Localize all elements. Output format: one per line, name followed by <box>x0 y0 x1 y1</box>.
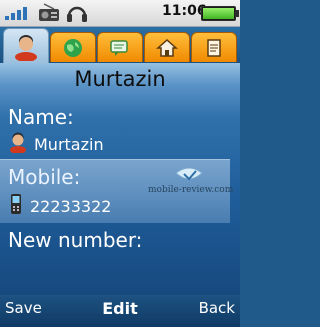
new-number-label[interactable]: New number: <box>8 228 142 252</box>
back-softkey[interactable]: Back <box>199 299 235 317</box>
contact-title: Murtazin <box>74 67 166 91</box>
mobile-field[interactable]: 22233322 <box>8 193 111 219</box>
tab-contact[interactable] <box>3 28 49 64</box>
battery-icon <box>201 6 239 21</box>
status-bar: 11:06 <box>0 0 240 27</box>
softkey-bar: Save Edit Back <box>0 295 240 327</box>
radio-icon <box>38 3 60 27</box>
tab-web[interactable] <box>50 32 96 62</box>
signal-bars-icon <box>4 5 32 25</box>
contact-detail-panel: Murtazin Name: Murtazin Mobile: 22233322 <box>0 63 240 295</box>
watermark-text: mobile-review.com <box>148 185 234 195</box>
clock-time: 11:06 <box>162 3 207 19</box>
tab-messages[interactable] <box>97 32 143 62</box>
name-value: Murtazin <box>34 134 104 154</box>
tab-bar <box>0 27 240 64</box>
tab-notes[interactable] <box>191 32 237 62</box>
headset-icon <box>66 3 88 27</box>
name-field[interactable]: Murtazin <box>8 131 104 157</box>
mobile-label: Mobile: <box>8 165 81 189</box>
name-label: Name: <box>8 105 74 129</box>
mobile-value: 22233322 <box>30 196 112 216</box>
contact-person-icon <box>8 131 28 157</box>
mobile-phone-icon <box>8 192 24 220</box>
tab-home[interactable] <box>144 32 190 62</box>
